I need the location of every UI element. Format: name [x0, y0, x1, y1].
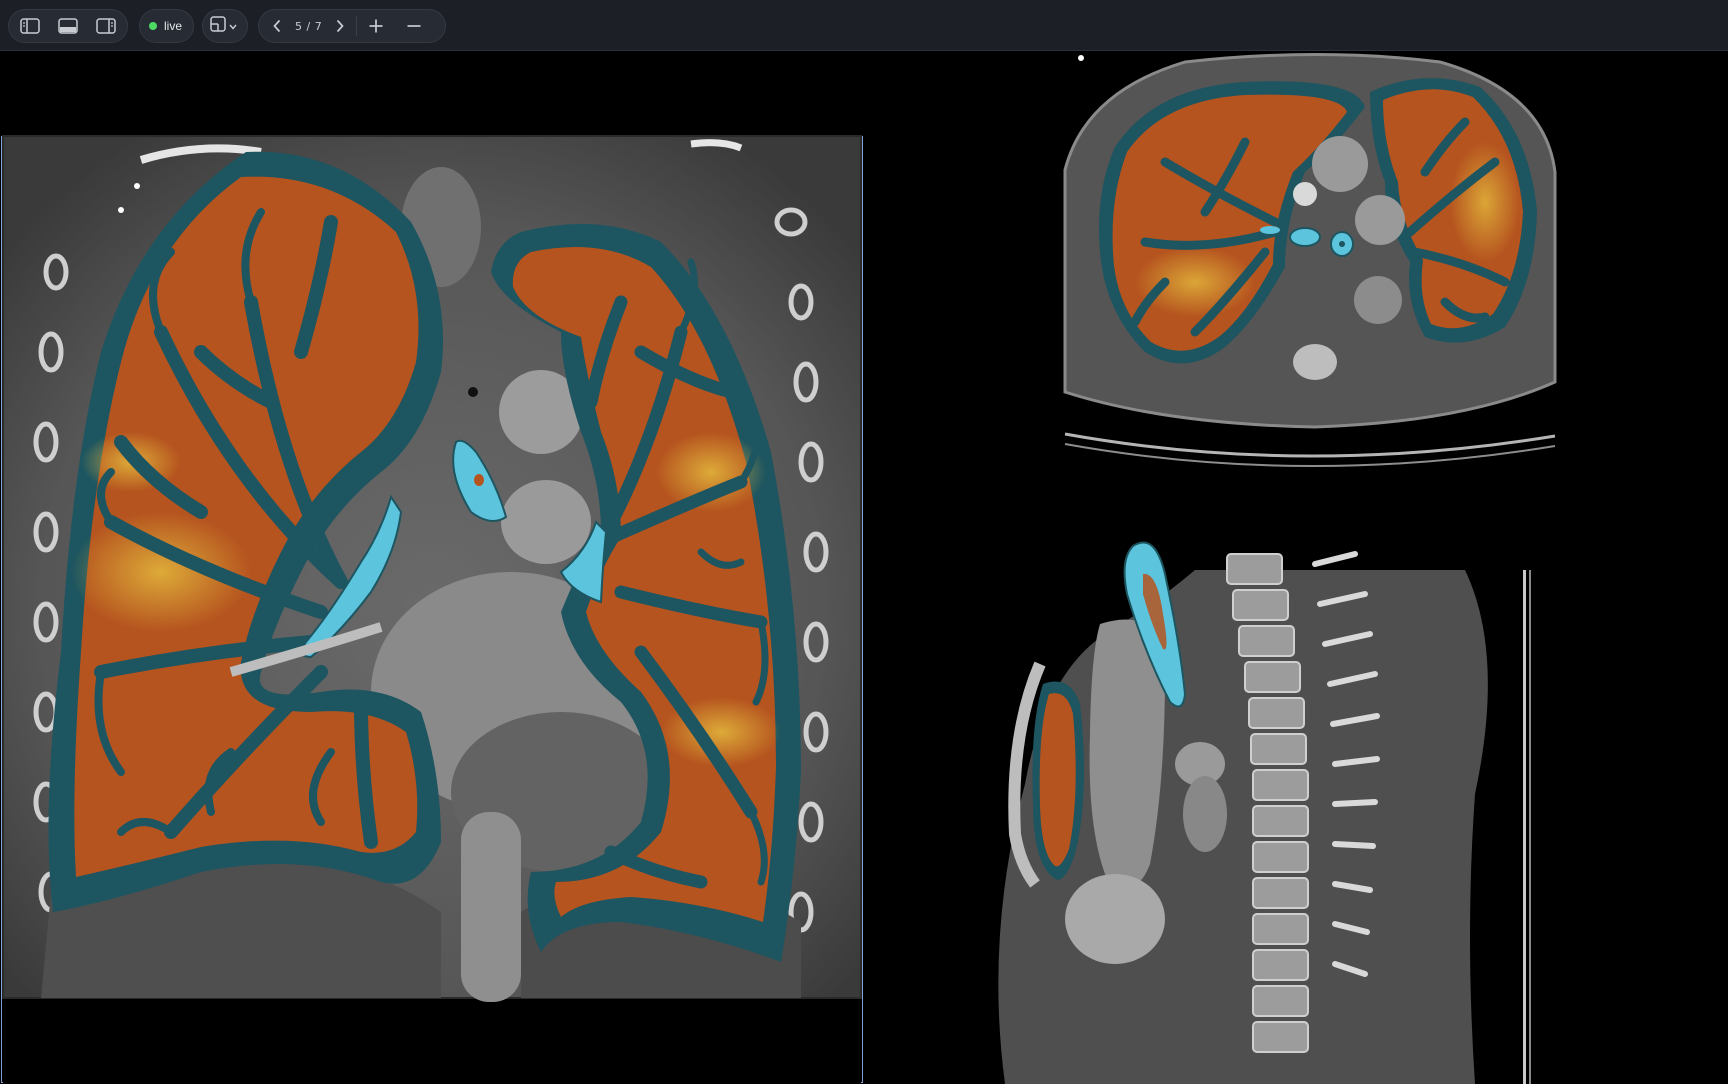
sagittal-ct-image — [998, 541, 1531, 1084]
live-label: live — [164, 19, 183, 33]
page-total: 7 — [314, 19, 323, 33]
minus-icon — [406, 18, 422, 34]
toolbar-divider — [356, 16, 358, 36]
page-separator: / — [306, 19, 311, 33]
live-indicator: live — [140, 10, 192, 42]
page-current: 5 — [295, 19, 303, 33]
chevron-down-icon — [229, 17, 237, 35]
axial-viewport[interactable] — [865, 52, 1728, 532]
panel-bottom-toggle-button[interactable] — [53, 11, 83, 41]
layout-grid-icon — [210, 15, 226, 37]
sidebar-right-toggle-button[interactable] — [91, 11, 121, 41]
layout-button-group — [8, 9, 128, 43]
zoom-out-button[interactable] — [399, 11, 429, 41]
page-indicator: 5 / 7 — [289, 20, 328, 33]
chevron-left-icon — [272, 19, 282, 33]
pager-group: 5 / 7 — [258, 9, 446, 43]
coronal-ct-image — [1, 52, 863, 1083]
live-dot-icon — [149, 22, 157, 30]
toolbar: live 5 / 7 — [0, 0, 1728, 51]
panel-bottom-icon — [58, 18, 78, 34]
plus-icon — [368, 18, 384, 34]
layout-selector-button[interactable] — [202, 9, 248, 43]
sidebar-right-icon — [96, 18, 116, 34]
next-page-button[interactable] — [328, 11, 352, 41]
zoom-in-button[interactable] — [361, 11, 391, 41]
live-status-toggle[interactable]: live — [139, 9, 194, 43]
sidebar-left-icon — [20, 18, 40, 34]
coronal-viewport[interactable] — [1, 52, 863, 1083]
sidebar-left-toggle-button[interactable] — [15, 11, 45, 41]
sagittal-viewport[interactable] — [865, 534, 1728, 1084]
previous-page-button[interactable] — [265, 11, 289, 41]
chevron-right-icon — [335, 19, 345, 33]
axial-ct-image — [1063, 53, 1557, 468]
